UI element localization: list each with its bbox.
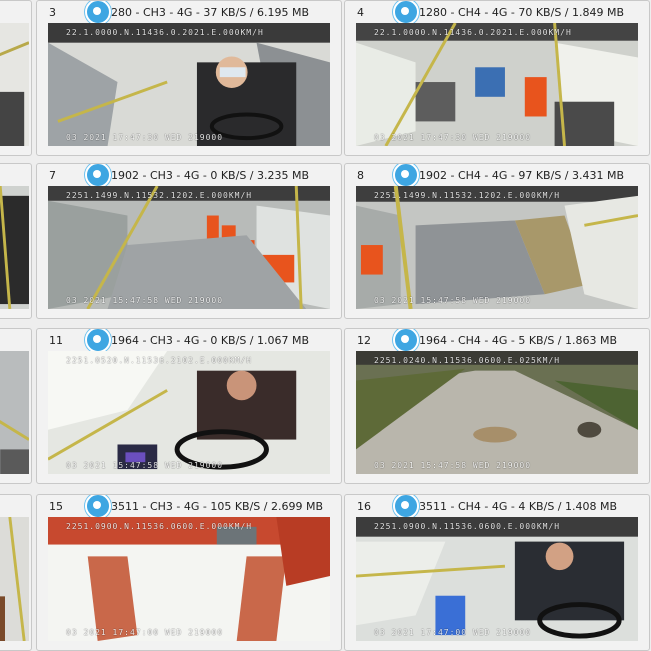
tile-header: 8 21902 - CH4 - 4G - 97 KB/S / 3.431 MB (345, 164, 649, 188)
location-pin-icon[interactable] (85, 1, 111, 25)
osd-time-text: 03 2021 17:47:30 WED 219000 (374, 133, 532, 142)
tile-stream-info: 21964 - CH3 - 4G - 0 KB/S / 1.067 MB (104, 334, 310, 347)
location-pin-icon[interactable] (393, 1, 419, 25)
camera-feed: 2251.0520.N.11536.2102.E.000KM/H 03 2021… (48, 351, 330, 474)
location-pin-icon[interactable] (85, 164, 111, 188)
video-tile-left-4[interactable] (0, 494, 32, 651)
video-tile[interactable]: 4 21280 - CH4 - 4G - 70 KB/S / 1.849 MB … (344, 0, 650, 156)
camera-feed: 2251.1499.N.11532.1202.E.000KM/H 03 2021… (48, 186, 330, 309)
osd-time-text: 03 2021 15:47:58 WED 219000 (374, 296, 532, 305)
tile-number: 15 (49, 500, 63, 513)
tile-header: 11 21964 - CH3 - 4G - 0 KB/S / 1.067 MB (37, 329, 341, 353)
rear-door-scene (356, 186, 638, 309)
video-tile[interactable]: 16 23511 - CH4 - 4G - 4 KB/S / 1.408 MB … (344, 494, 650, 651)
location-pin-icon[interactable] (85, 329, 111, 353)
osd-gps-text: 2251.0240.N.11536.0600.E.025KM/H (374, 356, 561, 365)
tile-number: 8 (357, 169, 364, 182)
osd-gps-text: 2251.0520.N.11536.2102.E.000KM/H (66, 356, 253, 365)
exterior-scene (48, 517, 330, 641)
osd-gps-text: 2251.1499.N.11532.1202.E.000KM/H (66, 191, 253, 200)
camera-feed: 2251.1499.N.11532.1202.E.000KM/H 03 2021… (356, 186, 638, 309)
tile-stream-info: 1280 - CH3 - 4G - 37 KB/S / 6.195 MB (104, 6, 310, 19)
road-scene (356, 351, 638, 474)
osd-gps-text: 22.1.0000.N.11436.0.2021.E.000KM/H (374, 28, 572, 37)
video-tile-left-1[interactable] (0, 0, 32, 156)
video-tile[interactable]: 12 21964 - CH4 - 4G - 5 KB/S / 1.863 MB … (344, 328, 650, 484)
video-tile[interactable]: 11 21964 - CH3 - 4G - 0 KB/S / 1.067 MB … (36, 328, 342, 484)
osd-gps-text: 2251.0900.N.11536.0600.E.000KM/H (374, 522, 561, 531)
tile-number: 12 (357, 334, 371, 347)
tile-header: 15 23511 - CH3 - 4G - 105 KB/S / 2.699 M… (37, 495, 341, 519)
tile-number: 3 (49, 6, 56, 19)
osd-time-text: 03 2021 17:47:00 WED 219000 (374, 628, 532, 637)
tile-stream-info: 23511 - CH4 - 4G - 4 KB/S / 1.408 MB (412, 500, 618, 513)
tile-header: 7 21902 - CH3 - 4G - 0 KB/S / 3.235 MB (37, 164, 341, 188)
driver-cabin-scene (48, 23, 330, 146)
passenger-cabin-scene (356, 23, 638, 146)
video-tile[interactable]: 8 21902 - CH4 - 4G - 97 KB/S / 3.431 MB … (344, 163, 650, 319)
tile-stream-info: 21964 - CH4 - 4G - 5 KB/S / 1.863 MB (412, 334, 618, 347)
camera-feed: 22.1.0000.N.11436.0.2021.E.000KM/H 03 20… (48, 23, 330, 146)
osd-time-text: 03 2021 15:47:58 WED 219000 (66, 296, 224, 305)
camera-feed (0, 351, 29, 474)
osd-time-text: 03 2021 15:47:58 WED 219000 (374, 461, 532, 470)
passenger-cabin-scene (48, 186, 330, 309)
video-tile-left-2[interactable] (0, 163, 32, 319)
camera-scene (0, 351, 29, 474)
tile-number: 4 (357, 6, 364, 19)
tile-number: 16 (357, 500, 371, 513)
video-tile[interactable]: 3 1280 - CH3 - 4G - 37 KB/S / 6.195 MB 2… (36, 0, 342, 156)
osd-time-text: 03 2021 17:47:30 WED 219000 (66, 133, 224, 142)
video-tile[interactable]: 15 23511 - CH3 - 4G - 105 KB/S / 2.699 M… (36, 494, 342, 651)
camera-scene (0, 517, 29, 641)
video-tile-left-3[interactable] (0, 328, 32, 484)
location-pin-icon[interactable] (393, 164, 419, 188)
camera-feed: 2251.0900.N.11536.0600.E.000KM/H 03 2021… (356, 517, 638, 641)
driver-cabin-scene (356, 517, 638, 641)
osd-time-text: 03 2021 15:47:58 WED 219000 (66, 461, 224, 470)
camera-feed (0, 23, 29, 146)
tile-stream-info: 21902 - CH4 - 4G - 97 KB/S / 3.431 MB (412, 169, 625, 182)
tile-stream-info: 21902 - CH3 - 4G - 0 KB/S / 3.235 MB (104, 169, 310, 182)
osd-gps-text: 2251.1499.N.11532.1202.E.000KM/H (374, 191, 561, 200)
location-pin-icon[interactable] (393, 495, 419, 519)
location-pin-icon[interactable] (393, 329, 419, 353)
tile-number: 7 (49, 169, 56, 182)
tile-header: 4 21280 - CH4 - 4G - 70 KB/S / 1.849 MB (345, 1, 649, 25)
tile-header: 12 21964 - CH4 - 4G - 5 KB/S / 1.863 MB (345, 329, 649, 353)
camera-scene (0, 23, 29, 146)
tile-stream-info: 23511 - CH3 - 4G - 105 KB/S / 2.699 MB (104, 500, 324, 513)
osd-gps-text: 2251.0900.N.11536.0600.E.000KM/H (66, 522, 253, 531)
camera-feed (0, 517, 29, 641)
tile-stream-info: 21280 - CH4 - 4G - 70 KB/S / 1.849 MB (412, 6, 625, 19)
osd-time-text: 03 2021 17:47:00 WED 219000 (66, 628, 224, 637)
osd-gps-text: 22.1.0000.N.11436.0.2021.E.000KM/H (66, 28, 264, 37)
tile-number: 11 (49, 334, 63, 347)
camera-feed (0, 186, 29, 309)
video-tile[interactable]: 7 21902 - CH3 - 4G - 0 KB/S / 3.235 MB 2… (36, 163, 342, 319)
tile-header: 3 1280 - CH3 - 4G - 37 KB/S / 6.195 MB (37, 1, 341, 25)
camera-scene (0, 186, 29, 309)
tile-header: 16 23511 - CH4 - 4G - 4 KB/S / 1.408 MB (345, 495, 649, 519)
location-pin-icon[interactable] (85, 495, 111, 519)
camera-feed: 2251.0900.N.11536.0600.E.000KM/H 03 2021… (48, 517, 330, 641)
camera-feed: 22.1.0000.N.11436.0.2021.E.000KM/H 03 20… (356, 23, 638, 146)
camera-feed: 2251.0240.N.11536.0600.E.025KM/H 03 2021… (356, 351, 638, 474)
driver-cabin-scene (48, 351, 330, 474)
